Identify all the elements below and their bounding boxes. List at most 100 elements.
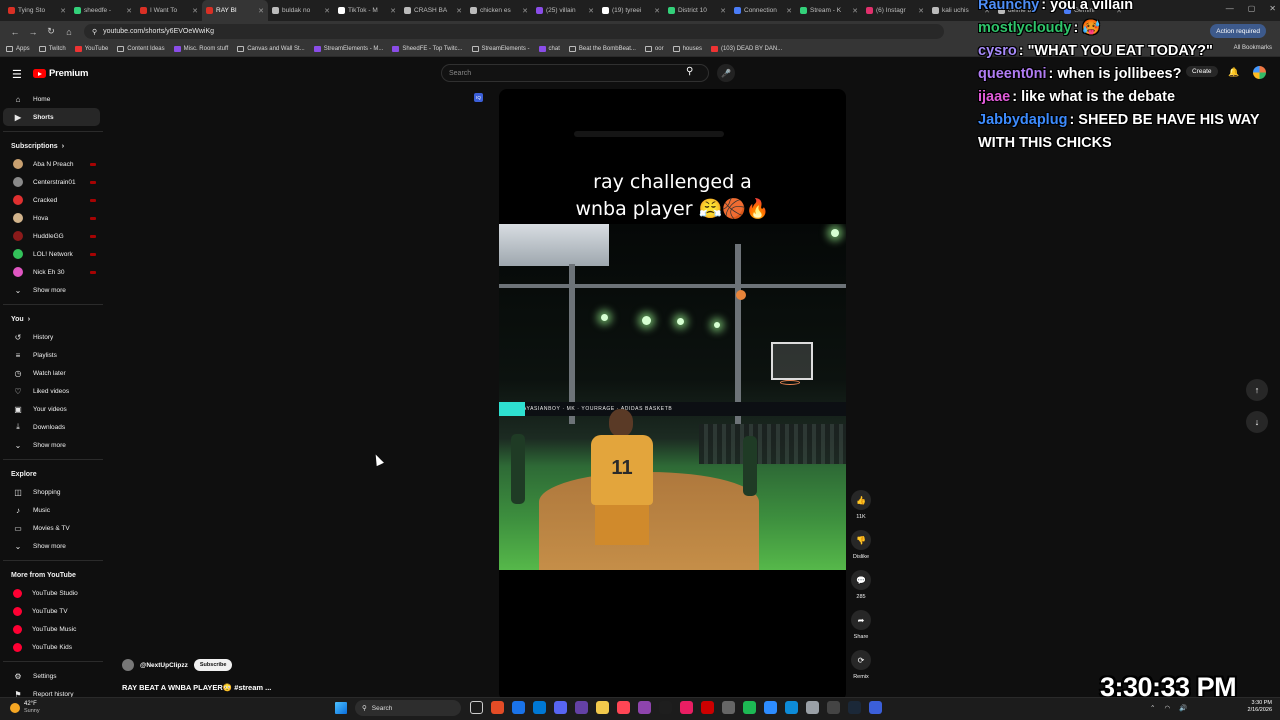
bookmark-item[interactable]: Beat the BombBeat...	[568, 46, 636, 52]
bookmark-item[interactable]: StreamElements -	[471, 46, 530, 52]
back-icon[interactable]: ←	[6, 27, 24, 37]
tab-close-icon[interactable]: ✕	[324, 7, 330, 15]
tab-close-icon[interactable]: ✕	[192, 7, 198, 15]
browser-tab[interactable]: (6) Instagr ✕	[862, 0, 928, 21]
taskbar-app-icon[interactable]	[470, 701, 483, 714]
sidebar-item-history[interactable]: ↺ History	[3, 328, 100, 346]
sidebar-item-cracked[interactable]: Cracked	[3, 191, 100, 209]
system-clock[interactable]: 3:30 PM 2/16/2026	[1240, 700, 1272, 714]
remix-icon[interactable]: ⟳	[851, 650, 871, 670]
taskbar-app-icon[interactable]	[638, 701, 651, 714]
bookmark-item[interactable]: StreamElements - M...	[313, 46, 383, 52]
reload-icon[interactable]: ↻	[42, 26, 60, 37]
sidebar-item-watch-later[interactable]: ◷ Watch later	[3, 364, 100, 382]
tab-close-icon[interactable]: ✕	[126, 7, 132, 15]
bookmark-item[interactable]: oor	[644, 46, 664, 52]
youtube-logo[interactable]: Premium	[33, 68, 88, 79]
taskbar-app-icon[interactable]	[491, 701, 504, 714]
sidebar-item-youtube-music[interactable]: YouTube Music	[3, 620, 100, 638]
sidebar-item-liked-videos[interactable]: ♡ Liked videos	[3, 382, 100, 400]
tab-close-icon[interactable]: ✕	[588, 7, 594, 15]
sidebar-item-youtube-tv[interactable]: YouTube TV	[3, 602, 100, 620]
bookmark-item[interactable]: SheedFE - Top Twitc...	[392, 46, 463, 52]
taskbar-app-icon[interactable]	[722, 701, 735, 714]
bookmark-item[interactable]: houses	[672, 46, 702, 52]
taskbar-app-icon[interactable]	[659, 701, 672, 714]
menu-icon[interactable]: ☰	[12, 68, 22, 81]
bookmark-item[interactable]: Content Ideas	[117, 46, 165, 52]
sidebar-item-shopping[interactable]: ◫ Shopping	[3, 483, 100, 501]
tab-close-icon[interactable]: ✕	[60, 7, 66, 15]
tray-chevron-icon[interactable]: ⌃	[1150, 704, 1155, 712]
bookmark-item[interactable]: chat	[538, 46, 560, 52]
subscriptions-header[interactable]: Subscriptions ›	[0, 137, 105, 155]
bookmark-item[interactable]: Misc. Room stuff	[173, 46, 228, 52]
search-icon[interactable]: ⚲	[686, 66, 693, 77]
sidebar-item-youtube-kids[interactable]: YouTube Kids	[3, 638, 100, 656]
sidebar-item-huddlegg[interactable]: HuddleGG	[3, 227, 100, 245]
sidebar-item-lol-network[interactable]: LOL! Network	[3, 245, 100, 263]
mic-icon[interactable]: 🎤	[717, 64, 735, 82]
network-icon[interactable]: ◠	[1164, 704, 1170, 712]
bookmark-item[interactable]: Canvas and Wall St...	[237, 46, 305, 52]
sidebar-item-downloads[interactable]: ⤓ Downloads	[3, 418, 100, 436]
tab-close-icon[interactable]: ✕	[258, 7, 264, 15]
taskbar-app-icon[interactable]	[575, 701, 588, 714]
browser-tab[interactable]: District 10 ✕	[664, 0, 730, 21]
short-title[interactable]: RAY BEAT A WNBA PLAYER😳 #stream ...	[122, 683, 271, 692]
browser-tab[interactable]: buldak no ✕	[268, 0, 334, 21]
show-more-button[interactable]: ⌄ Show more	[3, 436, 100, 454]
show-more-button[interactable]: ⌄ Show more	[3, 537, 100, 555]
tab-close-icon[interactable]: ✕	[720, 7, 726, 15]
taskbar-app-icon[interactable]	[764, 701, 777, 714]
browser-tab[interactable]: sheedfe - ✕	[70, 0, 136, 21]
comment-icon[interactable]: 💬	[851, 570, 871, 590]
browser-tab[interactable]: Stream - K ✕	[796, 0, 862, 21]
like-action[interactable]: 👍 11K	[846, 490, 876, 520]
sidebar-item-shorts[interactable]: ▶ Shorts	[3, 108, 100, 126]
tab-close-icon[interactable]: ✕	[654, 7, 660, 15]
tab-close-icon[interactable]: ✕	[456, 7, 462, 15]
bookmark-item[interactable]: Apps	[6, 46, 30, 52]
site-info-icon[interactable]: ⚲	[92, 28, 97, 36]
taskbar-app-icon[interactable]	[869, 701, 882, 714]
taskbar-app-icon[interactable]	[680, 701, 693, 714]
thumbs-up-icon[interactable]: 👍	[851, 490, 871, 510]
taskbar-app-icon[interactable]	[806, 701, 819, 714]
bookmark-item[interactable]: (103) DEAD BY DAN...	[710, 46, 782, 52]
taskbar-search[interactable]: ⚲ Search	[355, 700, 461, 716]
browser-tab[interactable]: Tying Sto ✕	[4, 0, 70, 21]
taskbar-app-icon[interactable]	[533, 701, 546, 714]
channel-name[interactable]: @NextUpClipzz	[140, 662, 188, 669]
show-more-button[interactable]: ⌄ Show more	[3, 281, 100, 299]
bookmark-item[interactable]: Twitch	[38, 46, 66, 52]
previous-short-button[interactable]: ↑	[1246, 379, 1268, 401]
sidebar-item-hova[interactable]: Hova	[3, 209, 100, 227]
taskbar-app-icon[interactable]	[512, 701, 525, 714]
sidebar-item-music[interactable]: ♪ Music	[3, 501, 100, 519]
tab-close-icon[interactable]: ✕	[852, 7, 858, 15]
subscribe-button[interactable]: Subscribe	[193, 659, 233, 671]
dislike-action[interactable]: 👎 Dislike	[846, 530, 876, 560]
volume-icon[interactable]: 🔊	[1179, 704, 1187, 712]
sidebar-item-home[interactable]: ⌂ Home	[3, 90, 100, 108]
sidebar-item-nick-eh-30[interactable]: Nick Eh 30	[3, 263, 100, 281]
sidebar-item-aba-n-preach[interactable]: Aba N Preach	[3, 155, 100, 173]
tab-close-icon[interactable]: ✕	[786, 7, 792, 15]
weather-widget[interactable]: 42°F Sunny	[10, 701, 40, 715]
browser-tab[interactable]: Connection ✕	[730, 0, 796, 21]
share-icon[interactable]: ➦	[851, 610, 871, 630]
sidebar-item-centerstrain01[interactable]: Centerstrain01	[3, 173, 100, 191]
taskbar-app-icon[interactable]	[701, 701, 714, 714]
tab-close-icon[interactable]: ✕	[522, 7, 528, 15]
home-icon[interactable]: ⌂	[60, 27, 78, 37]
thumbs-down-icon[interactable]: 👎	[851, 530, 871, 550]
remix-action[interactable]: ⟳ Remix	[846, 650, 876, 680]
tab-close-icon[interactable]: ✕	[918, 7, 924, 15]
taskbar-app-icon[interactable]	[617, 701, 630, 714]
taskbar-app-icon[interactable]	[596, 701, 609, 714]
browser-tab[interactable]: I Want To ✕	[136, 0, 202, 21]
browser-tab[interactable]: CRASH BA ✕	[400, 0, 466, 21]
browser-tab[interactable]: (25) villain ✕	[532, 0, 598, 21]
you-header[interactable]: You ›	[0, 310, 105, 328]
